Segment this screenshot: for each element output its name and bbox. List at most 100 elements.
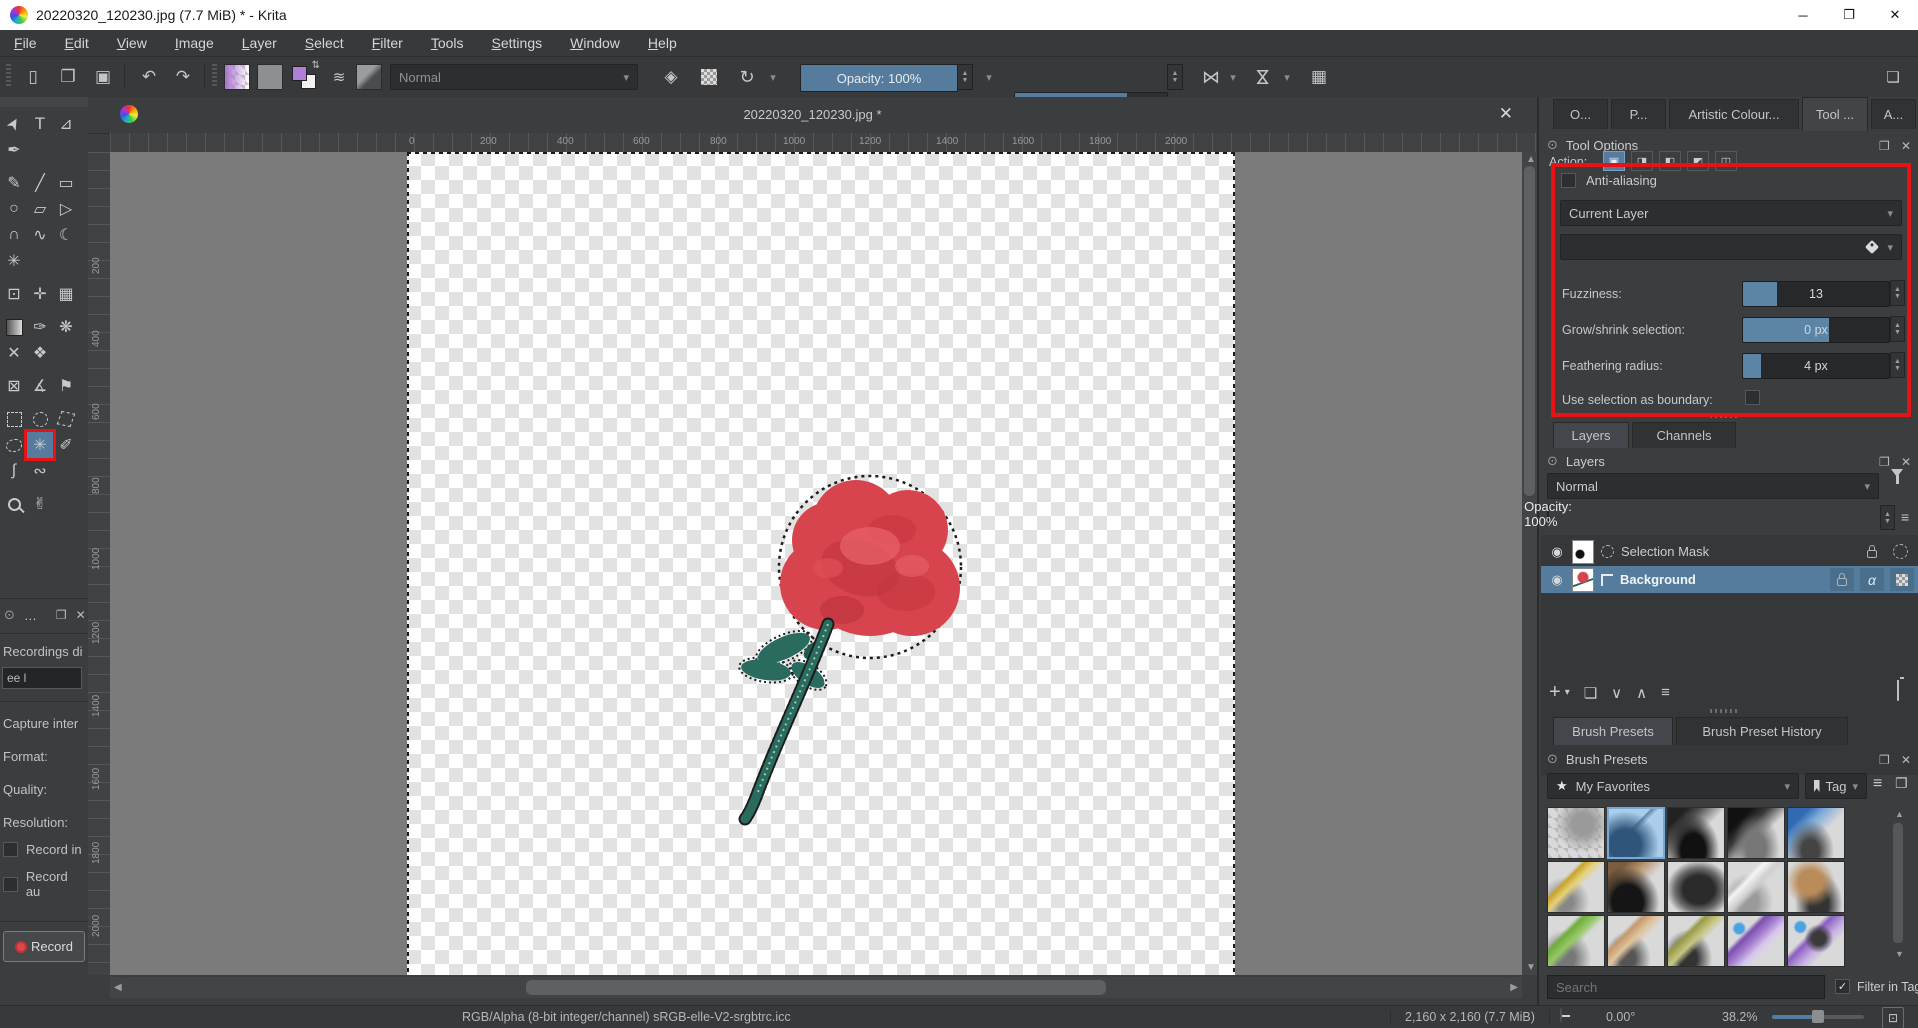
duplicate-layer-button[interactable]: ❏ <box>1584 684 1597 702</box>
toolbar-grip[interactable] <box>6 64 11 88</box>
tag-button[interactable]: Tag ▾ <box>1805 773 1867 799</box>
menu-image[interactable]: Image <box>175 35 214 51</box>
smart-patch-tool[interactable]: ❋ <box>53 314 79 340</box>
freehand-selection-tool[interactable] <box>1 432 27 458</box>
brush-preset-thumb-airbrush[interactable] <box>1547 807 1605 859</box>
zoom-slider-thumb[interactable] <box>1812 1010 1824 1023</box>
polygonal-selection-tool[interactable] <box>53 406 79 432</box>
menu-settings[interactable]: Settings <box>492 35 543 51</box>
fuzziness-spinner[interactable]: ▲▼ <box>1890 280 1905 306</box>
record-au-checkbox[interactable] <box>3 877 18 892</box>
layer-opacity-spinner[interactable]: ▲▼ <box>1880 505 1895 530</box>
foreground-color-swatch[interactable] <box>292 66 307 81</box>
record-in-checkbox[interactable] <box>3 842 18 857</box>
move-layer-up-button[interactable]: ∧ <box>1636 684 1647 702</box>
brush-preset-thumb-marker[interactable] <box>1727 807 1785 859</box>
tab-channels[interactable]: Channels <box>1632 422 1736 448</box>
bezier-selection-tool[interactable]: ∫ <box>1 458 27 484</box>
blending-mode-combo[interactable]: Normal ▾ <box>390 64 638 90</box>
brush-preset-thumb-technical-pen[interactable] <box>1547 861 1605 913</box>
menu-filter[interactable]: Filter <box>372 35 403 51</box>
search-input[interactable] <box>1547 975 1825 999</box>
save-icon[interactable]: ▣ <box>90 64 116 90</box>
swap-colors-icon[interactable]: ⇅ <box>312 60 320 71</box>
chevron-down-icon[interactable]: ▾ <box>982 64 996 90</box>
scroll-left-icon[interactable]: ◀ <box>114 982 122 993</box>
menu-select[interactable]: Select <box>305 35 344 51</box>
fill-tool[interactable]: ❖ <box>27 340 53 366</box>
scroll-right-icon[interactable]: ▶ <box>1510 982 1518 993</box>
brush-preset-thumb-olive-pencil[interactable] <box>1667 915 1725 967</box>
rectangle-tool[interactable]: ▭ <box>53 170 79 196</box>
action-symmetric-difference-icon[interactable]: ◫ <box>1715 151 1737 171</box>
rectangular-selection-tool[interactable] <box>1 406 27 432</box>
measure-tool[interactable]: ✕ <box>1 340 27 366</box>
delete-layer-button[interactable] <box>1897 683 1899 701</box>
eraser-mode-icon[interactable]: ◈ <box>658 64 684 90</box>
grow-shrink-slider[interactable]: 0 px <box>1742 317 1890 343</box>
preset-details-icon[interactable]: ❐ <box>1895 775 1908 792</box>
fit-page-button[interactable]: ⊡ <box>1882 1007 1904 1028</box>
bezier-curve-tool[interactable]: ∩ <box>1 222 27 248</box>
boundary-checkbox[interactable] <box>1745 390 1760 405</box>
tab-brush-preset-history[interactable]: Brush Preset History <box>1676 717 1848 745</box>
toolbox-drag-handle[interactable] <box>0 97 88 107</box>
layer-thumbnail[interactable] <box>1572 568 1594 592</box>
document-tab-title[interactable]: 20220320_120230.jpg * <box>88 107 1537 122</box>
display-mode-icon[interactable]: ≡ <box>1873 775 1882 793</box>
local-selection-icon[interactable] <box>1893 544 1908 559</box>
layer-row-background[interactable]: ◉ Background α <box>1541 566 1918 593</box>
layer-name[interactable]: Background <box>1620 572 1696 587</box>
enclose-fill-tool[interactable]: ⊠ <box>1 373 27 399</box>
canvas-viewport[interactable] <box>110 152 1522 975</box>
mirror-horizontal-icon[interactable]: ⋈ <box>1198 64 1224 90</box>
assistants-tool[interactable]: ∡ <box>27 373 53 399</box>
layer-lock-icon[interactable] <box>1867 550 1877 558</box>
color-sampler-tool[interactable]: ✑ <box>27 314 53 340</box>
close-button[interactable]: ✕ <box>1872 0 1918 30</box>
brush-preset-thumb-ink-selected[interactable] <box>1607 807 1665 859</box>
close-document-icon[interactable]: ✕ <box>1499 104 1513 124</box>
lock-icon[interactable]: ⊙ <box>1547 137 1558 153</box>
chevron-down-icon[interactable]: ▾ <box>1565 687 1570 698</box>
open-document-icon[interactable]: ❐ <box>55 64 81 90</box>
opacity-spinner[interactable]: ▲▼ <box>957 64 973 90</box>
redo-icon[interactable]: ↷ <box>170 64 196 90</box>
action-subtract-icon[interactable]: ◩ <box>1687 151 1709 171</box>
magnetic-selection-tool[interactable]: ∾ <box>27 458 53 484</box>
elliptical-selection-tool[interactable] <box>27 406 53 432</box>
dynamic-brush-tool[interactable]: ☾ <box>53 222 79 248</box>
tag-filter-combo[interactable]: ★ My Favorites ▾ <box>1547 773 1799 799</box>
size-spinner[interactable]: ▲▼ <box>1167 64 1183 90</box>
close-docker-icon[interactable]: ✕ <box>76 608 86 622</box>
vertical-scrollbar[interactable]: ▲ ▼ <box>1522 152 1537 975</box>
undo-icon[interactable]: ↶ <box>136 64 162 90</box>
menu-file[interactable]: File <box>14 35 37 51</box>
menu-window[interactable]: Window <box>570 35 620 51</box>
line-tool[interactable]: ╱ <box>27 170 53 196</box>
tab-overview[interactable]: O... <box>1553 99 1608 129</box>
scroll-down-icon[interactable]: ▼ <box>1526 962 1536 973</box>
scroll-up-icon[interactable]: ▲ <box>1895 809 1904 819</box>
add-layer-button[interactable]: + <box>1549 681 1561 704</box>
freehand-brush-tool[interactable]: ✎ <box>1 170 27 196</box>
antialiasing-checkbox[interactable] <box>1561 173 1576 188</box>
pan-tool[interactable]: ✌ <box>27 491 53 517</box>
action-intersect-icon[interactable]: ◨ <box>1631 151 1653 171</box>
gradient-chooser[interactable] <box>224 64 250 90</box>
inherit-alpha-icon[interactable] <box>1890 568 1914 591</box>
crop-tool[interactable]: ▦ <box>53 281 79 307</box>
brush-preset-thumb-blue-pencil[interactable] <box>1787 807 1845 859</box>
polyline-tool[interactable]: ▷ <box>53 196 79 222</box>
scroll-up-icon[interactable]: ▲ <box>1526 154 1536 165</box>
workspace-chooser-icon[interactable]: ❏ <box>1880 64 1906 90</box>
brush-preset-thumb-tan-crayon[interactable] <box>1607 915 1665 967</box>
float-docker-icon[interactable]: ❐ <box>1879 753 1890 767</box>
ellipse-tool[interactable]: ○ <box>1 196 27 222</box>
preserve-alpha-icon[interactable] <box>696 64 722 90</box>
brush-preset-thumb-flat-brush[interactable] <box>1607 861 1665 913</box>
rotation-knob[interactable] <box>1560 1007 1562 1023</box>
horizontal-scroll-thumb[interactable] <box>526 980 1106 995</box>
close-docker-icon[interactable]: ✕ <box>1901 753 1911 767</box>
reference-images-tool[interactable]: ⚑ <box>53 373 79 399</box>
